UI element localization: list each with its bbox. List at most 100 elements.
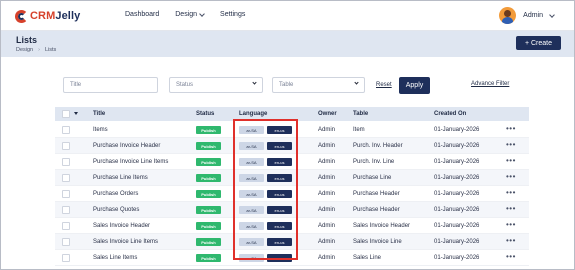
more-horizontal-icon[interactable]: ••• (506, 124, 516, 133)
more-horizontal-icon[interactable]: ••• (506, 156, 516, 165)
nav-item-settings[interactable]: Settings (220, 11, 245, 18)
column-created-on[interactable]: Created On (434, 111, 466, 117)
row-title[interactable]: Purchase Line Items (93, 175, 148, 181)
row-checkbox[interactable] (62, 206, 70, 214)
language-badge-ar[interactable]: ar-SA (239, 254, 264, 262)
more-horizontal-icon[interactable]: ••• (506, 252, 516, 261)
more-horizontal-icon[interactable]: ••• (506, 220, 516, 229)
language-badge-en[interactable]: en-us (267, 206, 292, 214)
row-table: Sales Invoice Line (353, 239, 402, 245)
row-title[interactable]: Sales Line Items (93, 255, 137, 261)
breadcrumb-separator-icon: › (38, 47, 40, 53)
language-badge-en[interactable]: en-us (267, 142, 292, 150)
status-filter-select[interactable]: Status (169, 77, 263, 93)
more-horizontal-icon[interactable]: ••• (506, 172, 516, 181)
status-badge: Publish (196, 206, 221, 214)
language-badge-ar[interactable]: ar-SA (239, 222, 264, 230)
language-badge-en[interactable]: en-us (267, 174, 292, 182)
reset-link[interactable]: Reset (376, 82, 392, 88)
select-all-checkbox[interactable] (62, 110, 70, 118)
language-badge-en[interactable]: en-us (267, 222, 292, 230)
create-button[interactable]: + Create (516, 36, 561, 50)
advance-filter-link[interactable]: Advance Filter (471, 81, 509, 87)
language-badge-en[interactable]: en-us (267, 254, 292, 262)
row-checkbox[interactable] (62, 158, 70, 166)
nav-item-dashboard[interactable]: Dashboard (125, 11, 159, 18)
brand-logo[interactable]: CRMJelly (15, 7, 80, 25)
app-window: CRMJelly Dashboard Design Settings Admin… (0, 0, 575, 270)
row-checkbox[interactable] (62, 174, 70, 182)
language-badge-ar[interactable]: ar-SA (239, 126, 264, 134)
column-table[interactable]: Table (353, 111, 368, 117)
status-badge: Publish (196, 222, 221, 230)
page-header (1, 31, 574, 57)
row-created-on: 01-January-2026 (434, 223, 480, 229)
language-badge-en[interactable]: en-us (267, 190, 292, 198)
row-title[interactable]: Sales Invoice Header (93, 223, 150, 229)
table-row[interactable]: Items Publish ar-SA en-us Admin Item 01-Januar… (55, 122, 529, 138)
chevron-down-icon (252, 80, 257, 85)
row-checkbox[interactable] (62, 222, 70, 230)
language-badge-ar[interactable]: ar-SA (239, 174, 264, 182)
row-table: Item (353, 127, 365, 133)
chevron-down-icon (199, 10, 205, 17)
row-checkbox[interactable] (62, 238, 70, 246)
user-menu[interactable]: Admin (499, 7, 555, 24)
language-badge-ar[interactable]: ar-SA (239, 238, 264, 246)
row-checkbox[interactable] (62, 190, 70, 198)
table-header: Title Status Language Owner Table Create… (55, 107, 529, 121)
row-owner: Admin (318, 191, 336, 197)
status-badge: Publish (196, 126, 221, 134)
language-badge-ar[interactable]: ar-SA (239, 158, 264, 166)
apply-button[interactable]: Apply (399, 77, 430, 94)
table-row[interactable]: Purchase Quotes Publish ar-SA en-us Admin Pur… (55, 202, 529, 218)
caret-down-icon[interactable] (74, 112, 78, 115)
table-row[interactable]: Purchase Orders Publish ar-SA en-us Admin Pur… (55, 186, 529, 202)
row-checkbox[interactable] (62, 142, 70, 150)
row-title[interactable]: Sales Invoice Line Items (93, 239, 158, 245)
table-row[interactable]: Sales Invoice Line Items Publish ar-SA en-u… (55, 234, 529, 250)
row-title[interactable]: Purchase Invoice Line Items (93, 159, 168, 165)
row-owner: Admin (318, 207, 336, 213)
language-badge-ar[interactable]: ar-SA (239, 190, 264, 198)
row-table: Purch. Inv. Line (353, 159, 395, 165)
row-checkbox[interactable] (62, 254, 70, 262)
language-badge-en[interactable]: en-us (267, 238, 292, 246)
table-row[interactable]: Purchase Line Items Publish ar-SA en-us Admi… (55, 170, 529, 186)
language-badge-en[interactable]: en-us (267, 158, 292, 166)
row-table: Sales Invoice Header (353, 223, 411, 229)
row-owner: Admin (318, 223, 336, 229)
column-status[interactable]: Status (196, 111, 214, 117)
column-owner[interactable]: Owner (318, 111, 337, 117)
title-filter-input[interactable]: Title (63, 77, 158, 93)
more-horizontal-icon[interactable]: ••• (506, 204, 516, 213)
table-filter-select[interactable]: Table (272, 77, 365, 93)
row-table: Purchase Header (353, 207, 400, 213)
language-badge-ar[interactable]: ar-SA (239, 142, 264, 150)
language-badge-en[interactable]: en-us (267, 126, 292, 134)
column-title[interactable]: Title (93, 111, 105, 117)
row-title[interactable]: Purchase Quotes (93, 207, 139, 213)
row-checkbox[interactable] (62, 126, 70, 134)
row-title[interactable]: Purchase Orders (93, 191, 138, 197)
row-title[interactable]: Items (93, 127, 108, 133)
language-badge-ar[interactable]: ar-SA (239, 206, 264, 214)
row-title[interactable]: Purchase Invoice Header (93, 143, 160, 149)
more-horizontal-icon[interactable]: ••• (506, 236, 516, 245)
row-owner: Admin (318, 175, 336, 181)
column-language[interactable]: Language (239, 111, 267, 117)
more-horizontal-icon[interactable]: ••• (506, 188, 516, 197)
table-row[interactable]: Purchase Invoice Line Items Publish ar-SA e… (55, 154, 529, 170)
table-row[interactable]: Purchase Invoice Header Publish ar-SA en-us… (55, 138, 529, 154)
table-row[interactable]: Sales Line Items Publish ar-SA en-us Admin Sa… (55, 250, 529, 266)
row-table: Purch. Inv. Header (353, 143, 403, 149)
status-badge: Publish (196, 142, 221, 150)
nav-item-design[interactable]: Design (175, 10, 205, 18)
row-created-on: 01-January-2026 (434, 255, 480, 261)
status-badge: Publish (196, 158, 221, 166)
more-horizontal-icon[interactable]: ••• (506, 140, 516, 149)
page-title: Lists (16, 35, 38, 45)
top-navbar: CRMJelly Dashboard Design Settings Admin (1, 1, 574, 31)
breadcrumb-item-design[interactable]: Design (16, 47, 33, 53)
table-row[interactable]: Sales Invoice Header Publish ar-SA en-us Adm… (55, 218, 529, 234)
